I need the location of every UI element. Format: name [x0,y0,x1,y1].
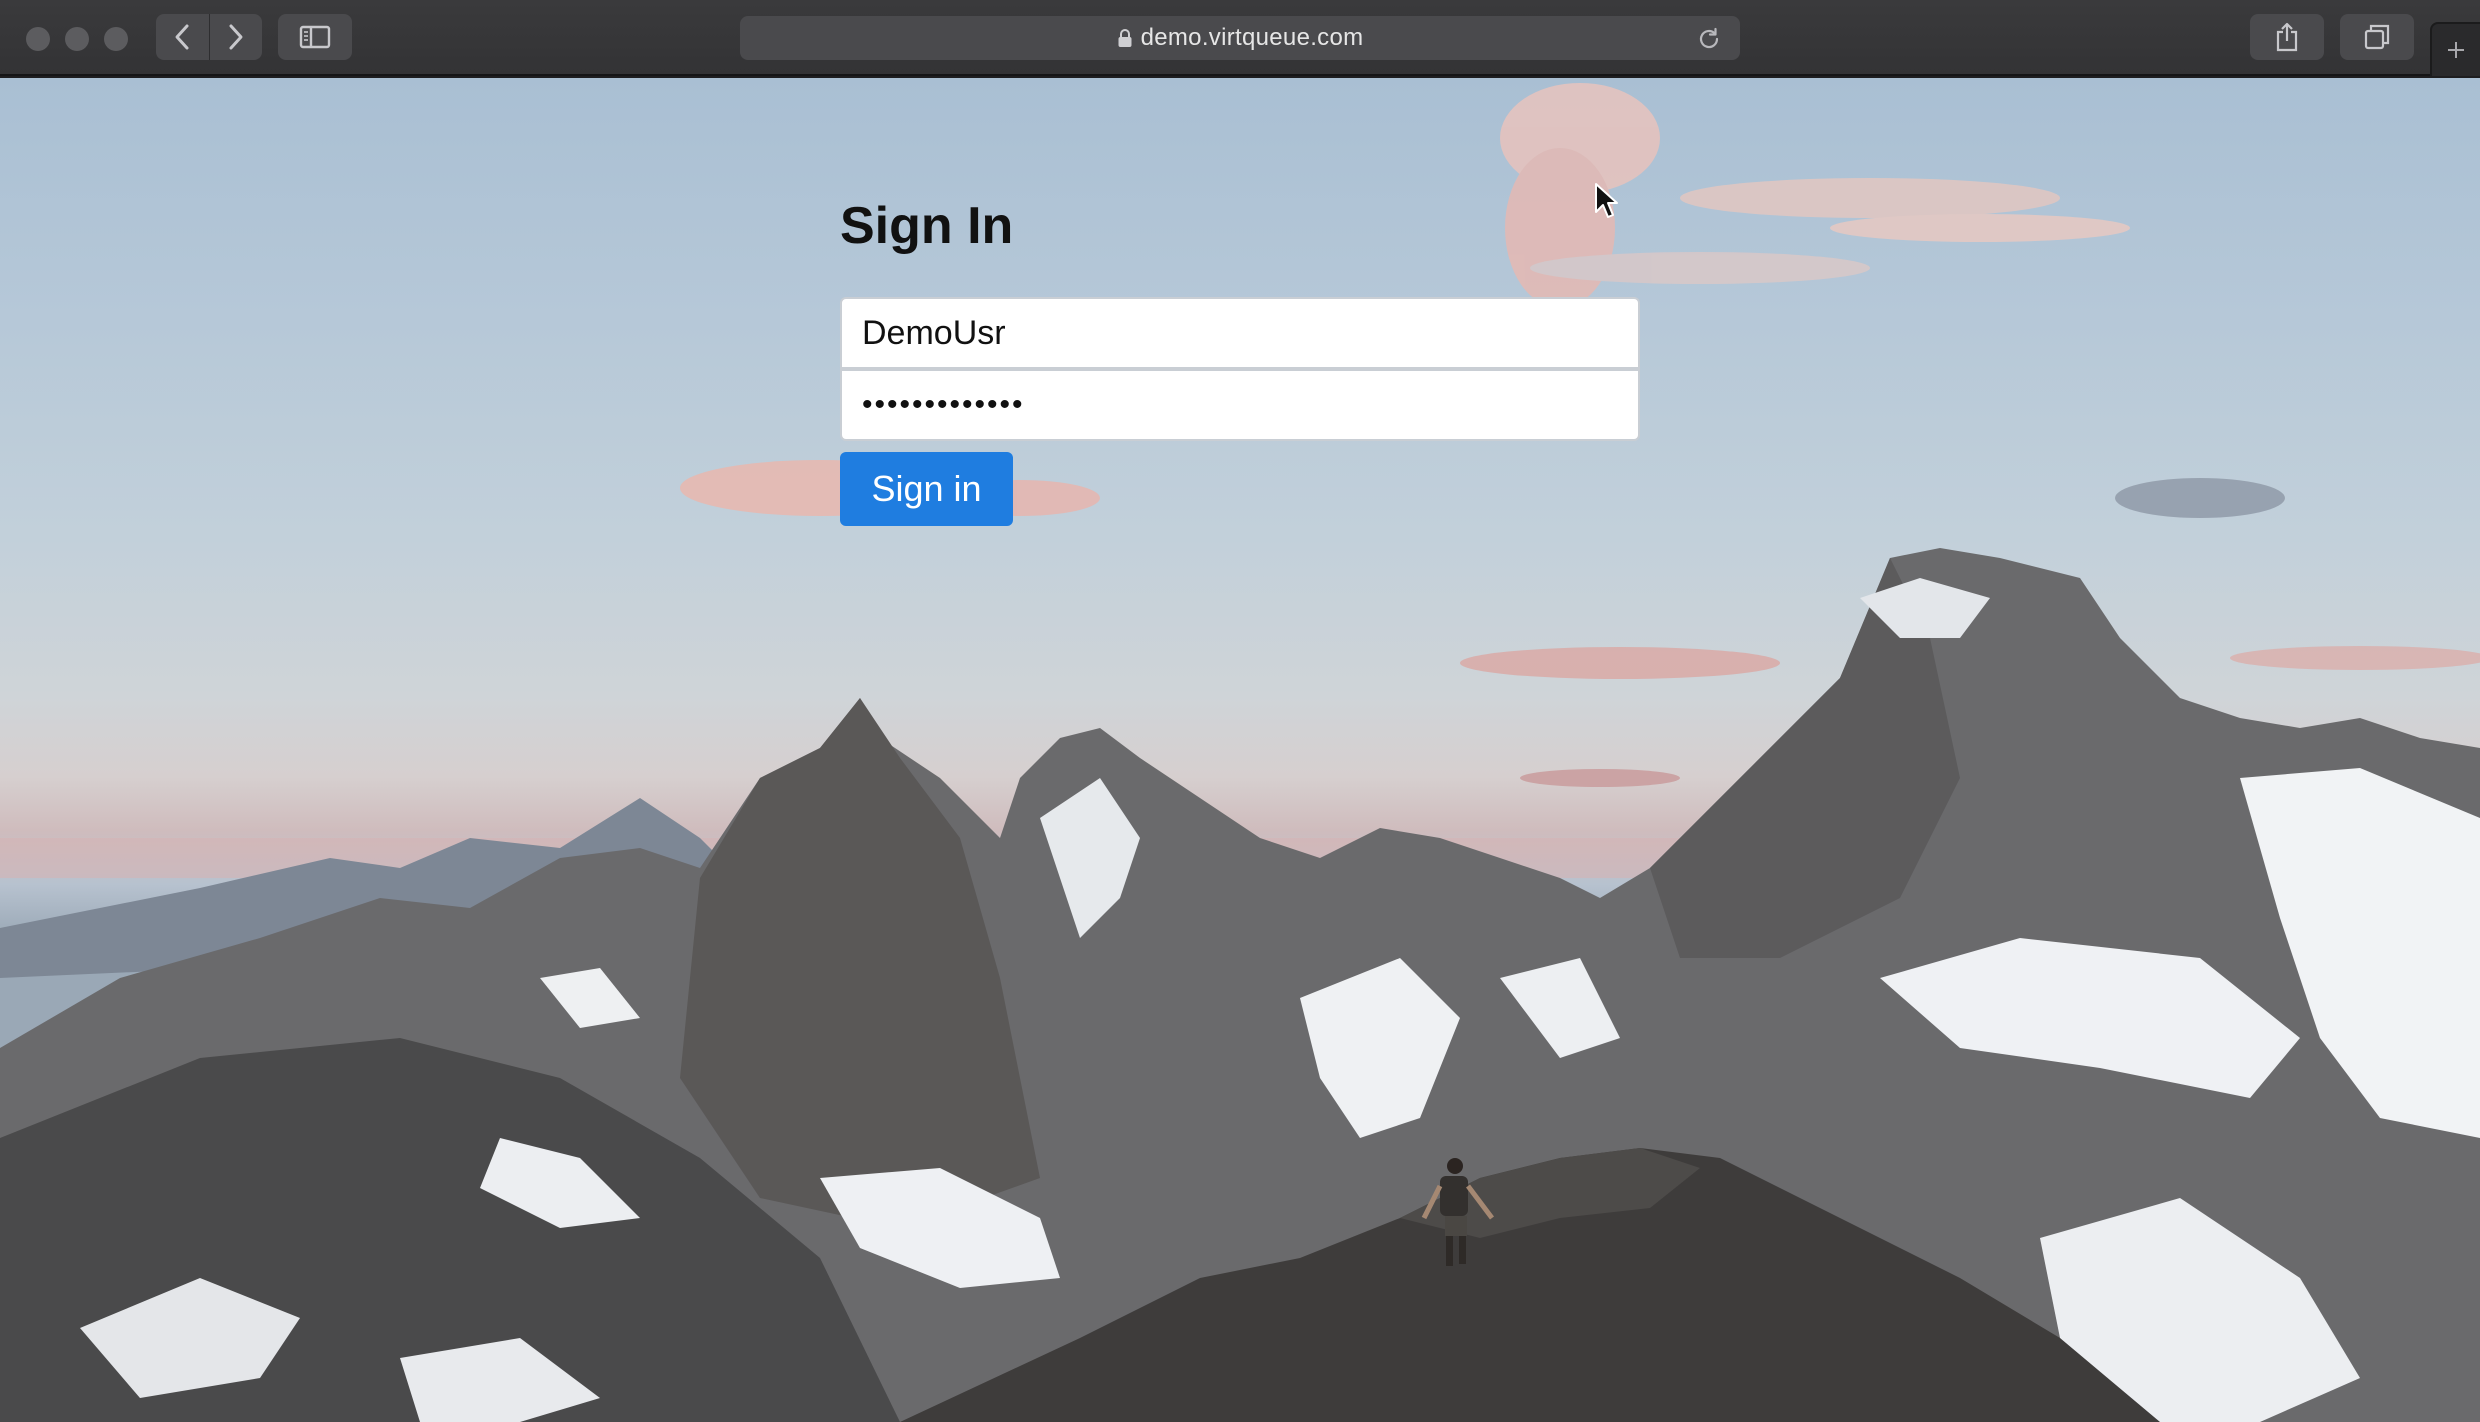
page-viewport: Sign In Sign in [0,78,2480,1422]
password-input[interactable] [840,369,1640,441]
forward-button[interactable] [209,14,262,60]
username-input[interactable] [840,297,1640,369]
tabs-overview-icon [2364,24,2390,50]
share-icon [2276,22,2298,52]
back-arrow-icon [175,24,189,50]
lock-icon [1117,28,1133,48]
address-url: demo.virtqueue.com [1140,24,1364,51]
tab-overview-button[interactable] [2340,14,2414,60]
sidebar-icon [299,25,331,49]
page-title: Sign In [840,197,1014,255]
browser-toolbar: demo.virtqueue.com [0,0,2480,76]
back-button[interactable] [156,14,209,60]
share-button[interactable] [2250,14,2324,60]
window-minimize-button[interactable] [65,27,89,51]
navigation-buttons [156,14,262,60]
plus-icon [2448,42,2464,58]
window-close-button[interactable] [26,27,50,51]
sign-in-button[interactable]: Sign in [840,452,1013,526]
window-zoom-button[interactable] [104,27,128,51]
reload-button[interactable] [1696,26,1722,57]
mountain-background-image [0,83,2480,1422]
forward-arrow-icon [229,24,243,50]
mouse-pointer-icon [1595,183,1618,218]
new-tab-button[interactable] [2430,22,2480,76]
address-bar[interactable]: demo.virtqueue.com [740,16,1740,60]
sidebar-toggle-button[interactable] [278,14,352,60]
reload-icon [1699,27,1719,49]
